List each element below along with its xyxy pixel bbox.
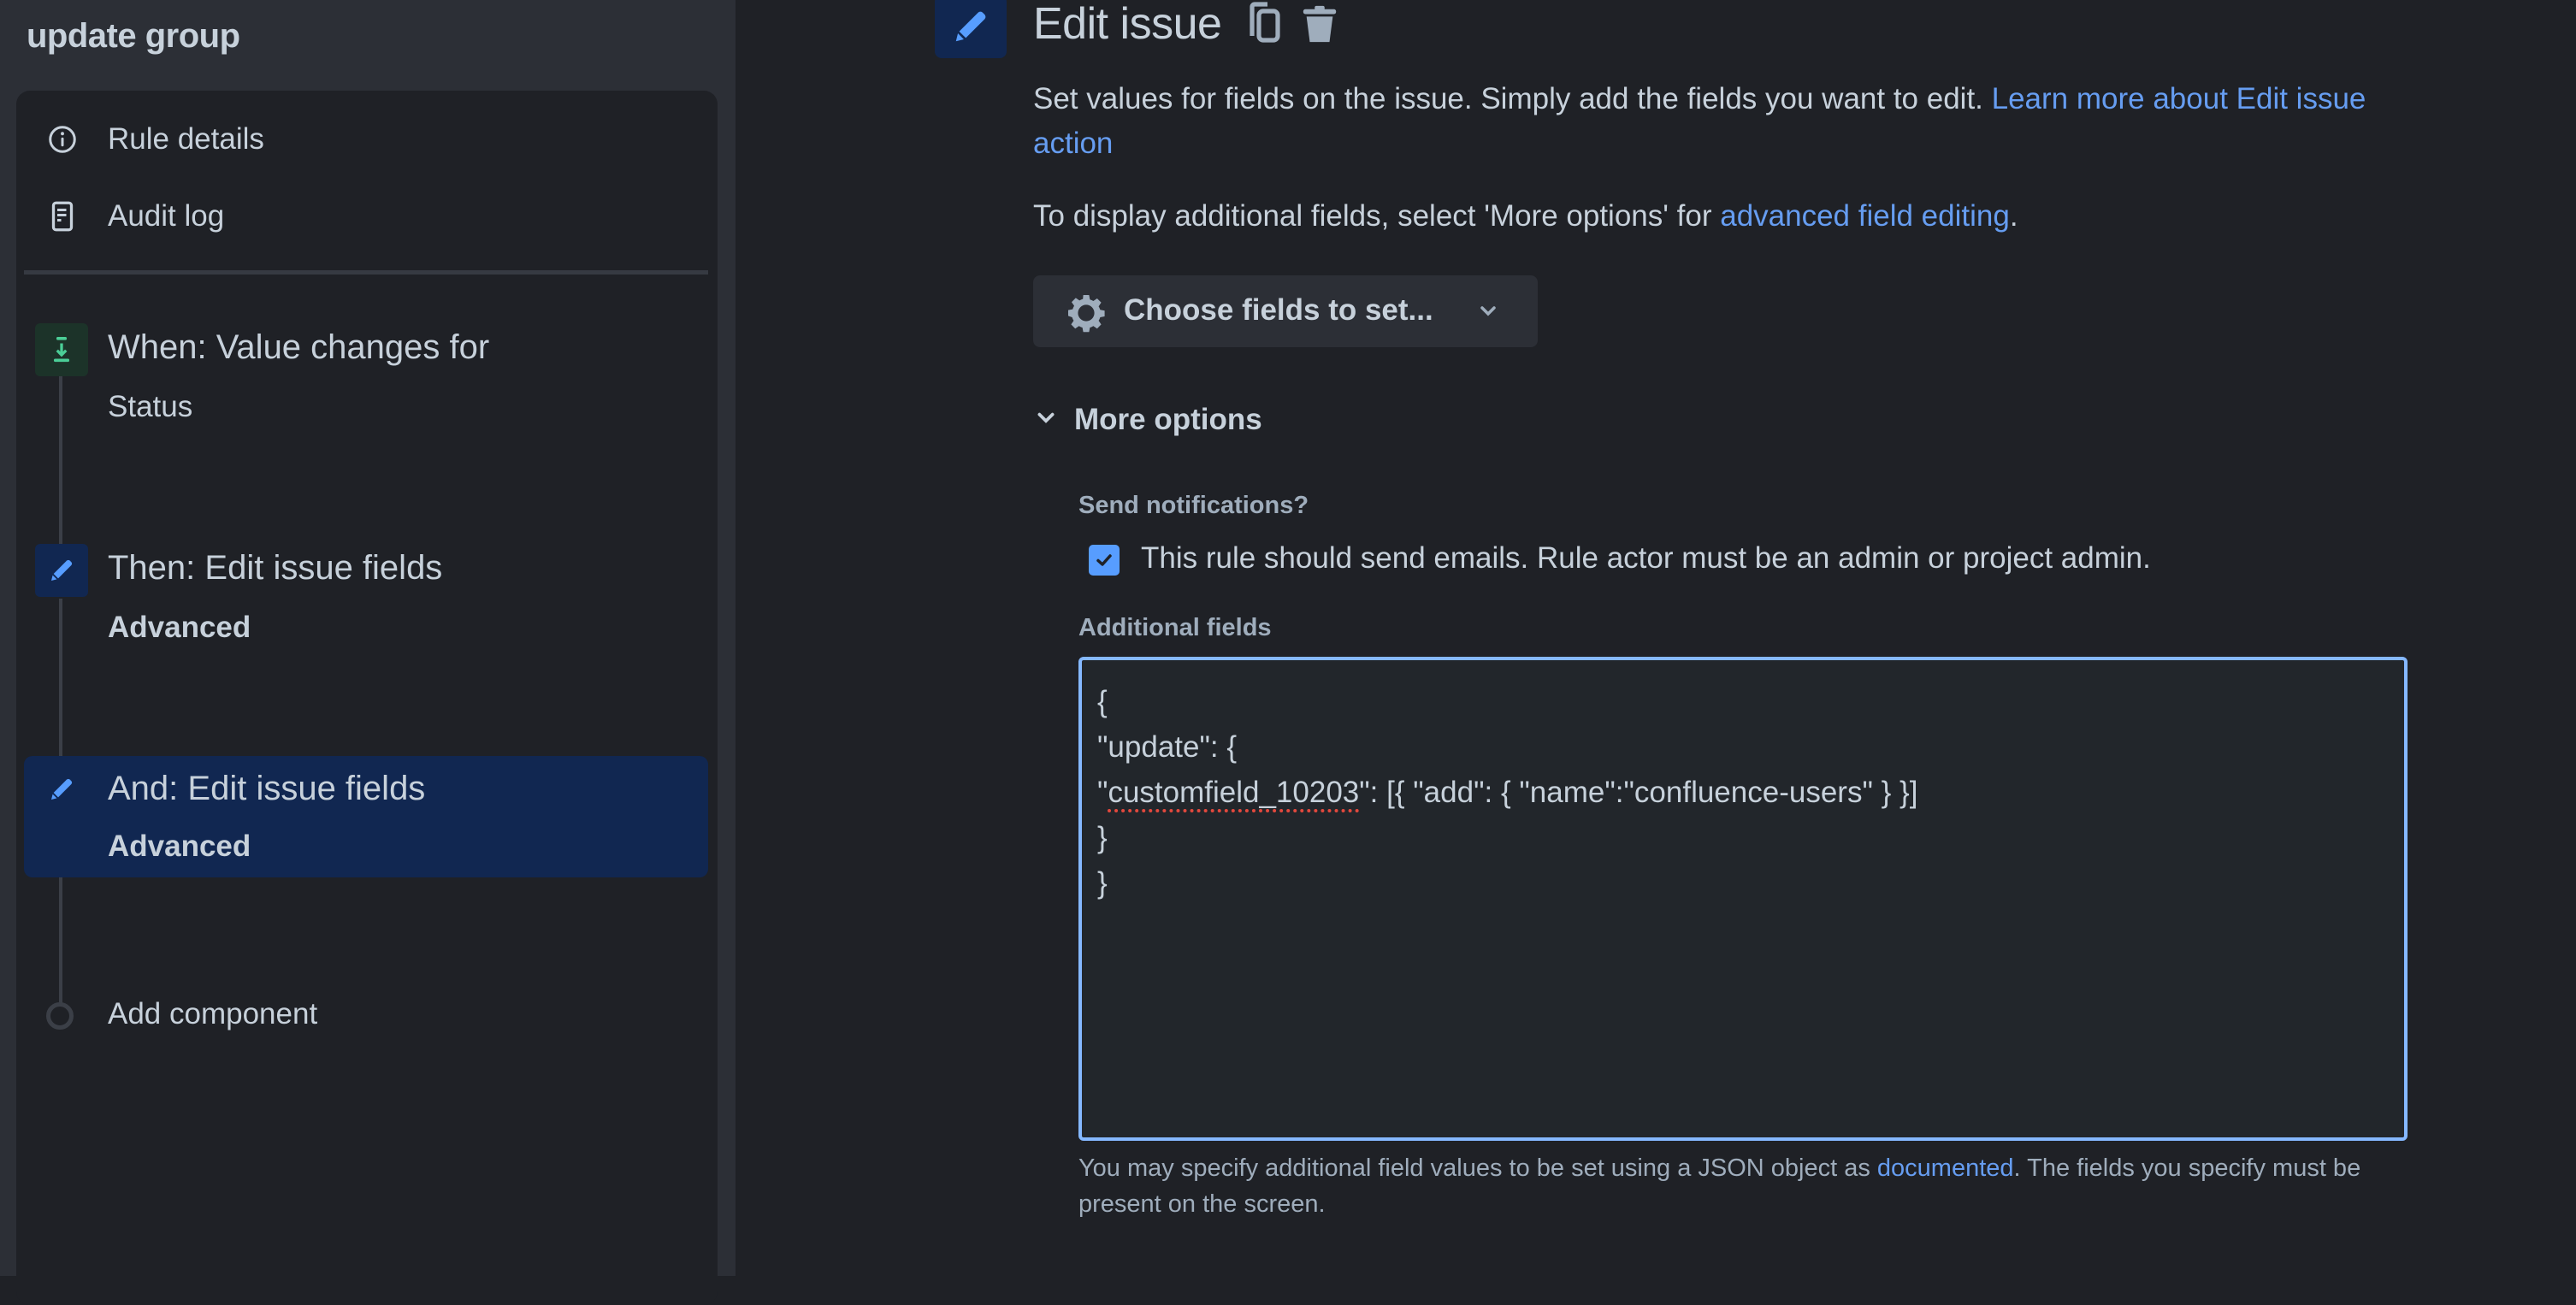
step-trigger[interactable]: When: Value changes for Status bbox=[16, 315, 718, 443]
step-subtitle: Status bbox=[108, 390, 193, 423]
pencil-icon bbox=[35, 763, 88, 816]
delete-icon[interactable] bbox=[1298, 2, 1341, 46]
nav-label: Rule details bbox=[108, 122, 264, 156]
code-line: { bbox=[1097, 685, 1108, 718]
step-action-2-selected[interactable]: And: Edit issue fields Advanced bbox=[24, 756, 708, 877]
action-description: Set values for fields on the issue. Simp… bbox=[1033, 77, 2453, 166]
display-hint: To display additional fields, select 'Mo… bbox=[1033, 194, 2453, 239]
nav-audit-log[interactable]: Audit log bbox=[16, 186, 718, 246]
choose-fields-button[interactable]: Choose fields to set... bbox=[1033, 275, 1538, 347]
rule-name: update group bbox=[27, 17, 240, 55]
checkmark-icon bbox=[1096, 554, 1112, 566]
more-options-label: More options bbox=[1074, 403, 1262, 436]
additional-fields-helper: You may specify additional field values … bbox=[1078, 1150, 2413, 1222]
display-hint-end: . bbox=[2009, 199, 2018, 233]
code-line: "customfield_10203": [{ "add": { "name":… bbox=[1097, 776, 1918, 809]
send-emails-label[interactable]: This rule should send emails. Rule actor… bbox=[1141, 541, 2151, 576]
add-component-button[interactable]: Add component bbox=[16, 985, 718, 1045]
copy-icon[interactable] bbox=[1245, 0, 1283, 48]
additional-fields-label: Additional fields bbox=[1078, 614, 1272, 641]
nav-label: Audit log bbox=[108, 199, 225, 233]
send-notifications-label: Send notifications? bbox=[1078, 492, 1309, 519]
document-icon bbox=[45, 199, 80, 233]
more-options-toggle[interactable]: More options bbox=[1035, 399, 1262, 441]
trigger-icon bbox=[35, 323, 88, 376]
send-emails-checkbox[interactable] bbox=[1089, 545, 1120, 576]
documented-link[interactable]: documented bbox=[1877, 1154, 2014, 1182]
step-title: And: Edit issue fields bbox=[108, 770, 426, 807]
spellcheck-token: customfield_10203 bbox=[1108, 776, 1360, 809]
action-pencil-icon bbox=[935, 0, 1007, 58]
advanced-field-editing-link[interactable]: advanced field editing bbox=[1720, 199, 2010, 233]
add-node-icon bbox=[46, 1002, 74, 1030]
pencil-icon bbox=[35, 544, 88, 597]
page-title: Edit issue bbox=[1033, 0, 1222, 49]
add-component-label: Add component bbox=[108, 997, 318, 1030]
step-subtitle: Advanced bbox=[108, 611, 251, 644]
code-line: "update": { bbox=[1097, 730, 1238, 764]
step-title: Then: Edit issue fields bbox=[108, 549, 443, 587]
description-text: Set values for fields on the issue. Simp… bbox=[1033, 82, 1992, 115]
divider bbox=[24, 270, 708, 275]
info-icon bbox=[45, 122, 80, 156]
chevron-down-icon bbox=[1478, 301, 1498, 326]
helper-text: You may specify additional field values … bbox=[1078, 1154, 1877, 1182]
code-line: } bbox=[1097, 821, 1108, 854]
step-subtitle: Advanced bbox=[108, 830, 251, 863]
rule-outline-panel: Rule details Audit log When: Value chang… bbox=[16, 91, 718, 1305]
code-line: } bbox=[1097, 866, 1108, 900]
nav-rule-details[interactable]: Rule details bbox=[16, 109, 718, 169]
chevron-down-icon bbox=[1035, 407, 1057, 434]
sidebar: update group Rule details Audit log When… bbox=[0, 0, 736, 1305]
step-title: When: Value changes for bbox=[108, 328, 490, 366]
gear-icon bbox=[1066, 292, 1107, 338]
step-action-1[interactable]: Then: Edit issue fields Advanced bbox=[16, 535, 718, 664]
additional-fields-textarea[interactable]: { "update": { "customfield_10203": [{ "a… bbox=[1078, 657, 2408, 1141]
choose-fields-label: Choose fields to set... bbox=[1124, 293, 1433, 327]
display-hint-text: To display additional fields, select 'Mo… bbox=[1033, 199, 1721, 233]
